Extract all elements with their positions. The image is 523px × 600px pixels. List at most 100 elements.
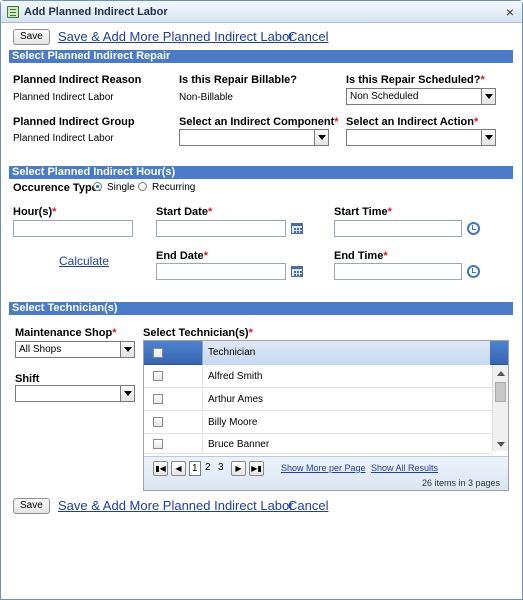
select-all-checkbox[interactable] (153, 348, 163, 358)
hours-label: Hour(s)* (13, 206, 57, 218)
scroll-down-icon[interactable] (497, 442, 505, 447)
page-number[interactable]: 3 (218, 462, 224, 473)
shift-label: Shift (15, 373, 40, 385)
reason-label: Planned Indirect Reason (13, 74, 142, 86)
dialog-window: Add Planned Indirect Labor × Save Save &… (0, 0, 523, 600)
reason-value: Planned Indirect Labor (13, 92, 114, 103)
shift-select[interactable] (15, 385, 135, 402)
page-number[interactable]: 2 (205, 462, 211, 473)
window-icon (7, 6, 19, 18)
section-header-technicians: Select Technician(s) (9, 302, 513, 315)
dialog-title: Add Planned Indirect Labor (24, 6, 168, 18)
first-page-icon[interactable]: ▮◀ (153, 461, 168, 476)
close-icon[interactable]: × (506, 4, 514, 20)
table-row[interactable]: Bruce Banner (144, 434, 492, 454)
row-checkbox[interactable] (153, 371, 163, 381)
last-page-icon[interactable]: ▶▮ (249, 461, 264, 476)
table-row[interactable]: Billy Moore (144, 411, 492, 434)
required-marker: * (248, 327, 253, 339)
title-bar[interactable]: Add Planned Indirect Labor × (1, 1, 522, 23)
pager-info: 26 items in 3 pages (422, 478, 501, 488)
end-date-input[interactable] (156, 263, 286, 280)
calendar-icon[interactable] (291, 266, 303, 277)
show-all-results-link[interactable]: Show All Results (371, 463, 438, 473)
table-row[interactable]: Arthur Ames (144, 388, 492, 411)
dropdown-arrow-icon (481, 89, 495, 104)
table-row[interactable]: Alfred Smith (144, 365, 492, 388)
scheduled-label: Is this Repair Scheduled?* (346, 74, 485, 86)
column-divider (202, 434, 203, 454)
billable-label: Is this Repair Billable? (179, 74, 297, 86)
technician-grid: Technician Alfred Smith Arthur Ames Bill… (143, 340, 509, 491)
show-more-per-page-link[interactable]: Show More per Page (281, 463, 366, 473)
start-date-input[interactable] (156, 220, 286, 237)
select-technicians-label: Select Technician(s)* (143, 327, 253, 339)
hours-input[interactable] (13, 220, 133, 237)
calendar-icon[interactable] (291, 223, 303, 234)
recurring-radio-label: Recurring (152, 182, 196, 193)
scroll-thumb[interactable] (495, 382, 506, 402)
cancel-link-top[interactable]: Cancel (288, 29, 328, 44)
scheduled-select-value: Non Scheduled (350, 91, 419, 102)
end-time-label: End Time* (334, 250, 388, 262)
action-label: Select an Indirect Action* (346, 116, 479, 128)
column-divider (202, 411, 203, 434)
scroll-up-icon[interactable] (497, 371, 505, 376)
clock-icon[interactable] (467, 222, 480, 235)
end-time-input[interactable] (334, 263, 462, 280)
group-label: Planned Indirect Group (13, 116, 135, 128)
technician-column-label: Technician (208, 347, 256, 358)
recurring-radio[interactable] (138, 182, 147, 191)
dropdown-arrow-icon (120, 386, 134, 401)
technician-name: Arthur Ames (208, 394, 264, 405)
required-marker: * (334, 116, 339, 128)
start-time-input[interactable] (334, 220, 462, 237)
save-button-bottom[interactable]: Save (13, 498, 50, 514)
row-checkbox[interactable] (153, 417, 163, 427)
save-button-top[interactable]: Save (13, 29, 50, 45)
scheduled-select[interactable]: Non Scheduled (346, 88, 496, 105)
save-add-more-link-bottom[interactable]: Save & Add More Planned Indirect Labor (58, 498, 294, 513)
component-select[interactable] (179, 129, 329, 146)
shop-select-value: All Shops (19, 344, 62, 355)
column-divider (202, 365, 203, 388)
cancel-link-bottom[interactable]: Cancel (288, 498, 328, 513)
dropdown-arrow-icon (314, 130, 328, 145)
billable-value: Non-Billable (179, 92, 233, 103)
technician-name: Alfred Smith (208, 371, 263, 382)
required-marker: * (207, 206, 213, 218)
group-value: Planned Indirect Labor (13, 133, 114, 144)
single-radio-label: Single (107, 182, 135, 193)
clock-icon[interactable] (467, 265, 480, 278)
row-checkbox[interactable] (153, 394, 163, 404)
section-header-repair: Select Planned Indirect Repair (9, 50, 513, 63)
grid-scrollbar[interactable] (492, 365, 508, 451)
required-marker: * (203, 250, 208, 262)
save-add-more-link-top[interactable]: Save & Add More Planned Indirect Labor (58, 29, 294, 44)
row-checkbox[interactable] (153, 439, 163, 449)
column-divider (202, 388, 203, 411)
page-number-current[interactable]: 1 (189, 461, 201, 476)
required-marker: * (473, 116, 479, 128)
dropdown-arrow-icon (120, 342, 134, 357)
dropdown-arrow-icon (481, 130, 495, 145)
calculate-link[interactable]: Calculate (59, 254, 109, 268)
required-marker: * (52, 206, 57, 218)
shop-select[interactable]: All Shops (15, 341, 135, 358)
required-marker: * (387, 206, 392, 218)
section-header-hours: Select Planned Indirect Hour(s) (9, 166, 513, 179)
prev-page-icon[interactable]: ◀ (171, 461, 186, 476)
required-marker: * (480, 74, 485, 86)
single-radio[interactable] (93, 182, 102, 191)
grid-pager: ▮◀ ◀ 1 2 3 ▶ ▶▮ Show More per Page Show … (144, 456, 508, 490)
start-date-label: Start Date* (156, 206, 213, 218)
grid-header: Technician (144, 341, 508, 365)
required-marker: * (112, 327, 117, 339)
next-page-icon[interactable]: ▶ (231, 461, 246, 476)
occurrence-label: Occurence Type: (13, 182, 102, 194)
end-date-label: End Date* (156, 250, 208, 262)
shop-label: Maintenance Shop* (15, 327, 117, 339)
component-label: Select an Indirect Component* (179, 116, 339, 128)
action-select[interactable] (346, 129, 496, 146)
technician-name: Bruce Banner (208, 439, 270, 450)
